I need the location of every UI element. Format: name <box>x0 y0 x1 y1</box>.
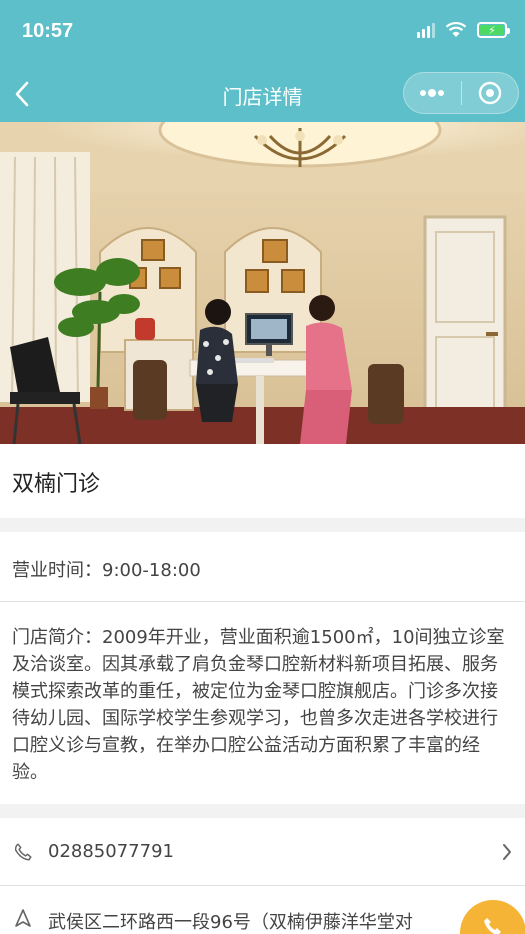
close-mini-program-button[interactable] <box>462 73 519 113</box>
battery-icon: ⚡ <box>477 22 510 38</box>
system-icons: ⚡ <box>417 22 510 38</box>
chevron-right-icon <box>503 843 511 860</box>
nav-bar: 门店详情 <box>0 66 525 122</box>
close-mini-program-icon <box>478 81 501 105</box>
more-button[interactable] <box>404 73 461 113</box>
more-icon <box>420 89 445 97</box>
wifi-icon <box>445 22 467 37</box>
mini-program-capsule <box>403 72 519 114</box>
status-time: 10:57 <box>22 20 74 42</box>
business-hours: 营业时间：9:00-18:00 <box>0 532 525 602</box>
signal-icon <box>417 22 435 38</box>
phone-number: 02885077791 <box>48 841 174 862</box>
phone-row[interactable]: 02885077791 <box>0 818 525 886</box>
store-intro: 门店简介：2009年开业，营业面积逾1500㎡，10间独立诊室及洽谈室。因其承载… <box>0 602 525 804</box>
status-bar: 10:57 ⚡ <box>0 0 525 66</box>
store-name: 双楠门诊 <box>0 444 525 518</box>
fab-icon <box>484 918 501 934</box>
phone-icon <box>14 842 32 861</box>
address-row[interactable]: 武侯区二环路西一段96号（双楠伊藤洋华堂对 <box>0 886 525 934</box>
location-icon <box>15 909 31 927</box>
store-photo <box>0 122 525 444</box>
store-address: 武侯区二环路西一段96号（双楠伊藤洋华堂对 <box>48 912 413 933</box>
